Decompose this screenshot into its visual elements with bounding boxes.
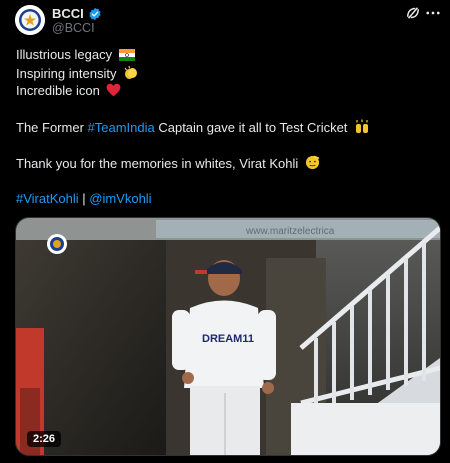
post: BCCI @BCCI Illustrious legacy Inspiring … bbox=[0, 0, 450, 463]
text-line-5: Thank you for the memories in whites, Vi… bbox=[16, 155, 320, 172]
bcci-avatar[interactable] bbox=[15, 5, 45, 35]
raising-hands-icon bbox=[356, 119, 369, 133]
mention-imvkohli-link[interactable]: @imVkohli bbox=[89, 191, 151, 206]
jersey-text: DREAM11 bbox=[202, 333, 254, 345]
text-line-4-pre: The Former bbox=[16, 120, 88, 135]
video-duration: 2:26 bbox=[27, 431, 62, 447]
hashtag-viratkohli-link[interactable]: #ViratKohli bbox=[16, 191, 79, 206]
text-line-6: #ViratKohli | @imVkohli bbox=[16, 191, 152, 207]
separator: | bbox=[78, 191, 90, 206]
text-line-1: Illustrious legacy bbox=[16, 47, 135, 63]
text-line-2-text: Inspiring intensity bbox=[16, 66, 117, 81]
author-name-row[interactable]: BCCI bbox=[52, 6, 102, 21]
red-heart-icon bbox=[107, 83, 121, 97]
text-line-3: Incredible icon bbox=[16, 83, 121, 99]
hashtag-teamindia-link[interactable]: #TeamIndia bbox=[88, 120, 155, 135]
text-line-4: The Former #TeamIndia Captain gave it al… bbox=[16, 119, 370, 136]
text-line-2: Inspiring intensity bbox=[16, 65, 139, 82]
saluting-face-icon bbox=[305, 155, 319, 170]
video-player[interactable]: www.maritzelectrica DREAM11 2:26 bbox=[15, 217, 441, 456]
text-line-3-text: Incredible icon bbox=[16, 83, 100, 98]
video-thumbnail: www.maritzelectrica DREAM11 bbox=[16, 218, 440, 455]
more-options-icon[interactable] bbox=[424, 4, 442, 22]
bcci-logo-icon bbox=[15, 5, 45, 35]
text-line-1-text: Illustrious legacy bbox=[16, 47, 113, 62]
text-line-5-text: Thank you for the memories in whites, Vi… bbox=[16, 156, 299, 171]
author-handle[interactable]: @BCCI bbox=[52, 21, 95, 35]
banner-text: www.maritzelectrica bbox=[245, 226, 335, 237]
verified-badge-icon bbox=[89, 7, 101, 20]
india-flag-icon bbox=[118, 49, 135, 61]
author-name[interactable]: BCCI bbox=[52, 6, 84, 21]
clapping-hands-icon bbox=[124, 65, 138, 79]
grok-icon[interactable] bbox=[404, 4, 422, 22]
text-line-4-post: Captain gave it all to Test Cricket bbox=[154, 120, 348, 135]
